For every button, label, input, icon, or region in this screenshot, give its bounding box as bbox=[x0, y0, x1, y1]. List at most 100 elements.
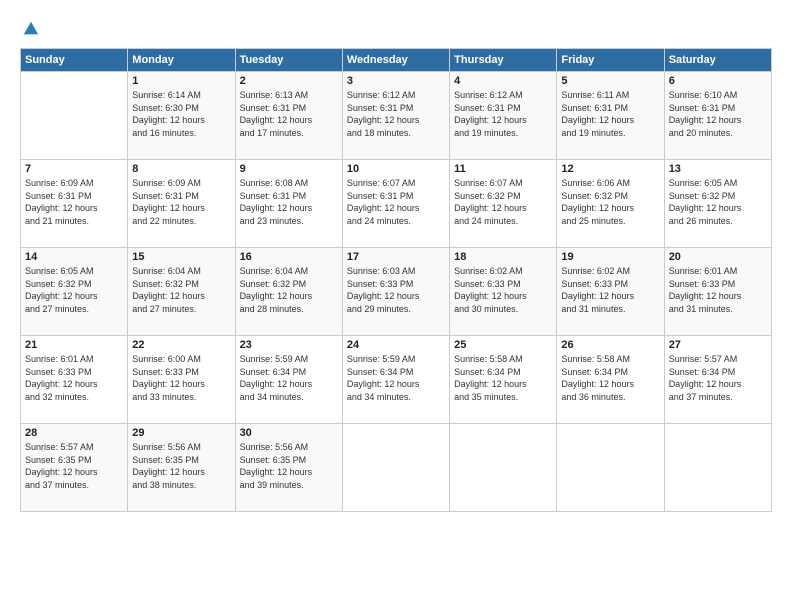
day-info: Sunrise: 6:11 AMSunset: 6:31 PMDaylight:… bbox=[561, 89, 659, 139]
day-number: 29 bbox=[132, 427, 230, 439]
calendar-cell bbox=[21, 72, 128, 160]
day-number: 4 bbox=[454, 75, 552, 87]
day-info: Sunrise: 6:12 AMSunset: 6:31 PMDaylight:… bbox=[454, 89, 552, 139]
day-number: 12 bbox=[561, 163, 659, 175]
day-info: Sunrise: 6:05 AMSunset: 6:32 PMDaylight:… bbox=[25, 265, 123, 315]
day-number: 13 bbox=[669, 163, 767, 175]
calendar-cell: 22 Sunrise: 6:00 AMSunset: 6:33 PMDayligh… bbox=[128, 336, 235, 424]
calendar-week-4: 21 Sunrise: 6:01 AMSunset: 6:33 PMDayligh… bbox=[21, 336, 772, 424]
day-info: Sunrise: 6:14 AMSunset: 6:30 PMDaylight:… bbox=[132, 89, 230, 139]
day-info: Sunrise: 6:08 AMSunset: 6:31 PMDaylight:… bbox=[240, 177, 338, 227]
calendar-cell: 15Sunrise: 6:04 AMSunset: 6:32 PMDayligh… bbox=[128, 248, 235, 336]
day-info: Sunrise: 6:00 AMSunset: 6:33 PMDaylight:… bbox=[132, 353, 230, 403]
calendar-week-2: 7 Sunrise: 6:09 AMSunset: 6:31 PMDaylight… bbox=[21, 160, 772, 248]
header bbox=[20, 20, 772, 38]
day-info: Sunrise: 6:13 AMSunset: 6:31 PMDaylight:… bbox=[240, 89, 338, 139]
header-wednesday: Wednesday bbox=[342, 49, 449, 72]
day-info: Sunrise: 6:06 AMSunset: 6:32 PMDaylight:… bbox=[561, 177, 659, 227]
calendar-cell: 20 Sunrise: 6:01 AMSunset: 6:33 PMDayligh… bbox=[664, 248, 771, 336]
day-info: Sunrise: 6:09 AMSunset: 6:31 PMDaylight:… bbox=[132, 177, 230, 227]
day-number: 28 bbox=[25, 427, 123, 439]
day-info: Sunrise: 5:59 AMSunset: 6:34 PMDaylight:… bbox=[240, 353, 338, 403]
day-info: Sunrise: 6:01 AMSunset: 6:33 PMDaylight:… bbox=[669, 265, 767, 315]
logo bbox=[20, 20, 40, 38]
calendar-header-row: SundayMondayTuesdayWednesdayThursdayFrid… bbox=[21, 49, 772, 72]
day-number: 20 bbox=[669, 251, 767, 263]
day-info: Sunrise: 6:03 AMSunset: 6:33 PMDaylight:… bbox=[347, 265, 445, 315]
header-monday: Monday bbox=[128, 49, 235, 72]
day-number: 2 bbox=[240, 75, 338, 87]
calendar-cell: 9 Sunrise: 6:08 AMSunset: 6:31 PMDaylight… bbox=[235, 160, 342, 248]
calendar-cell bbox=[342, 424, 449, 512]
calendar-cell: 18 Sunrise: 6:02 AMSunset: 6:33 PMDayligh… bbox=[450, 248, 557, 336]
calendar-cell: 12 Sunrise: 6:06 AMSunset: 6:32 PMDayligh… bbox=[557, 160, 664, 248]
day-number: 7 bbox=[25, 163, 123, 175]
day-number: 24 bbox=[347, 339, 445, 351]
calendar-cell: 16 Sunrise: 6:04 AMSunset: 6:32 PMDayligh… bbox=[235, 248, 342, 336]
day-number: 27 bbox=[669, 339, 767, 351]
calendar-cell: 28 Sunrise: 5:57 AMSunset: 6:35 PMDayligh… bbox=[21, 424, 128, 512]
day-info: Sunrise: 5:57 AMSunset: 6:35 PMDaylight:… bbox=[25, 441, 123, 491]
day-number: 17 bbox=[347, 251, 445, 263]
day-number: 21 bbox=[25, 339, 123, 351]
calendar-week-5: 28 Sunrise: 5:57 AMSunset: 6:35 PMDayligh… bbox=[21, 424, 772, 512]
calendar-week-1: 1 Sunrise: 6:14 AMSunset: 6:30 PMDaylight… bbox=[21, 72, 772, 160]
calendar-cell: 23 Sunrise: 5:59 AMSunset: 6:34 PMDayligh… bbox=[235, 336, 342, 424]
day-info: Sunrise: 6:04 AMSunset: 6:32 PMDaylight:… bbox=[240, 265, 338, 315]
day-number: 19 bbox=[561, 251, 659, 263]
calendar-cell: 4 Sunrise: 6:12 AMSunset: 6:31 PMDaylight… bbox=[450, 72, 557, 160]
day-number: 3 bbox=[347, 75, 445, 87]
logo-icon bbox=[22, 20, 40, 38]
day-info: Sunrise: 5:58 AMSunset: 6:34 PMDaylight:… bbox=[561, 353, 659, 403]
calendar-cell: 19 Sunrise: 6:02 AMSunset: 6:33 PMDayligh… bbox=[557, 248, 664, 336]
header-friday: Friday bbox=[557, 49, 664, 72]
day-number: 1 bbox=[132, 75, 230, 87]
day-number: 14 bbox=[25, 251, 123, 263]
day-info: Sunrise: 6:10 AMSunset: 6:31 PMDaylight:… bbox=[669, 89, 767, 139]
day-info: Sunrise: 6:02 AMSunset: 6:33 PMDaylight:… bbox=[454, 265, 552, 315]
day-number: 23 bbox=[240, 339, 338, 351]
day-number: 6 bbox=[669, 75, 767, 87]
day-info: Sunrise: 5:58 AMSunset: 6:34 PMDaylight:… bbox=[454, 353, 552, 403]
day-info: Sunrise: 5:56 AMSunset: 6:35 PMDaylight:… bbox=[240, 441, 338, 491]
calendar-cell: 25 Sunrise: 5:58 AMSunset: 6:34 PMDayligh… bbox=[450, 336, 557, 424]
day-info: Sunrise: 6:05 AMSunset: 6:32 PMDaylight:… bbox=[669, 177, 767, 227]
calendar-cell: 7Sunrise: 6:09 AMSunset: 6:31 PMDaylight… bbox=[21, 160, 128, 248]
calendar-cell: 5 Sunrise: 6:11 AMSunset: 6:31 PMDaylight… bbox=[557, 72, 664, 160]
calendar-cell: 21 Sunrise: 6:01 AMSunset: 6:33 PMDayligh… bbox=[21, 336, 128, 424]
day-info: Sunrise: 6:07 AMSunset: 6:31 PMDaylight:… bbox=[347, 177, 445, 227]
day-number: 5 bbox=[561, 75, 659, 87]
day-info: Sunrise: 5:57 AMSunset: 6:34 PMDaylight:… bbox=[669, 353, 767, 403]
header-tuesday: Tuesday bbox=[235, 49, 342, 72]
calendar-cell: 27 Sunrise: 5:57 AMSunset: 6:34 PMDayligh… bbox=[664, 336, 771, 424]
calendar-cell: 14 Sunrise: 6:05 AMSunset: 6:32 PMDayligh… bbox=[21, 248, 128, 336]
calendar-cell: 6 Sunrise: 6:10 AMSunset: 6:31 PMDaylight… bbox=[664, 72, 771, 160]
day-number: 11 bbox=[454, 163, 552, 175]
day-info: Sunrise: 6:01 AMSunset: 6:33 PMDaylight:… bbox=[25, 353, 123, 403]
day-info: Sunrise: 6:12 AMSunset: 6:31 PMDaylight:… bbox=[347, 89, 445, 139]
calendar-cell: 29Sunrise: 5:56 AMSunset: 6:35 PMDayligh… bbox=[128, 424, 235, 512]
calendar-cell: 26Sunrise: 5:58 AMSunset: 6:34 PMDayligh… bbox=[557, 336, 664, 424]
calendar-cell bbox=[664, 424, 771, 512]
day-info: Sunrise: 5:59 AMSunset: 6:34 PMDaylight:… bbox=[347, 353, 445, 403]
calendar-table: SundayMondayTuesdayWednesdayThursdayFrid… bbox=[20, 48, 772, 512]
calendar-cell: 3 Sunrise: 6:12 AMSunset: 6:31 PMDaylight… bbox=[342, 72, 449, 160]
header-thursday: Thursday bbox=[450, 49, 557, 72]
calendar-cell: 13 Sunrise: 6:05 AMSunset: 6:32 PMDayligh… bbox=[664, 160, 771, 248]
day-number: 9 bbox=[240, 163, 338, 175]
day-info: Sunrise: 6:04 AMSunset: 6:32 PMDaylight:… bbox=[132, 265, 230, 315]
day-number: 25 bbox=[454, 339, 552, 351]
day-number: 18 bbox=[454, 251, 552, 263]
day-info: Sunrise: 6:07 AMSunset: 6:32 PMDaylight:… bbox=[454, 177, 552, 227]
calendar-cell: 2 Sunrise: 6:13 AMSunset: 6:31 PMDaylight… bbox=[235, 72, 342, 160]
header-saturday: Saturday bbox=[664, 49, 771, 72]
calendar-cell: 24 Sunrise: 5:59 AMSunset: 6:34 PMDayligh… bbox=[342, 336, 449, 424]
page: SundayMondayTuesdayWednesdayThursdayFrid… bbox=[0, 0, 792, 522]
day-number: 22 bbox=[132, 339, 230, 351]
day-number: 30 bbox=[240, 427, 338, 439]
calendar-cell: 11 Sunrise: 6:07 AMSunset: 6:32 PMDayligh… bbox=[450, 160, 557, 248]
calendar-week-3: 14 Sunrise: 6:05 AMSunset: 6:32 PMDayligh… bbox=[21, 248, 772, 336]
day-info: Sunrise: 6:02 AMSunset: 6:33 PMDaylight:… bbox=[561, 265, 659, 315]
calendar-cell bbox=[450, 424, 557, 512]
day-number: 16 bbox=[240, 251, 338, 263]
